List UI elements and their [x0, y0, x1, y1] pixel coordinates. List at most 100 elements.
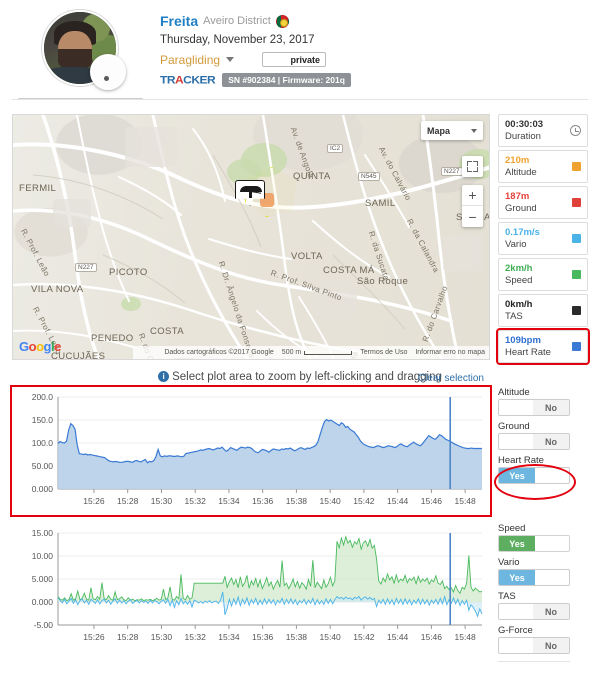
toggle-spacer	[498, 489, 588, 515]
map-report-link[interactable]: Informar erro no mapa	[415, 349, 485, 356]
stat-text: 187m Ground	[505, 191, 572, 215]
map-terms-link[interactable]: Termos de Uso	[360, 349, 407, 356]
x-axis-tick-label: 15:46	[421, 632, 443, 642]
stat-heart-rate[interactable]: 109bpm Heart Rate	[496, 328, 590, 365]
map-label: SAMIL	[365, 198, 396, 209]
fullscreen-button[interactable]	[462, 156, 483, 177]
device-line: TRACKER SN #902384 | Firmware: 201q	[160, 73, 351, 87]
x-axis-tick-label: 15:30	[151, 496, 173, 506]
x-axis-tick-label: 15:26	[83, 632, 105, 642]
tracker-logo: TRACKER	[160, 73, 216, 87]
stat-label: Vario	[505, 238, 527, 250]
portugal-flag-icon	[275, 14, 289, 28]
toggle-group-altitude: Altitude No	[498, 387, 588, 416]
toggle-speed[interactable]: Yes	[498, 535, 570, 552]
stat-text: 210m Altitude	[505, 155, 572, 179]
map-scale-label: 500 m	[281, 349, 302, 356]
stat-tas[interactable]: 0km/h TAS	[498, 294, 588, 327]
chevron-down-icon[interactable]	[226, 57, 235, 62]
chart-canvas[interactable]: -5.00 0.000 5.000 10.00 15.00 15:26 15:28 15:30…	[12, 523, 490, 651]
toggle-vario[interactable]: Yes	[498, 569, 570, 586]
activity-label[interactable]: Paragliding	[160, 53, 220, 67]
map-label: PICOTO	[109, 267, 148, 278]
stats-panel: 00:30:03 Duration 210m Altitude 187m Ground 0.…	[496, 114, 590, 365]
toggle-state: No	[533, 400, 569, 415]
zoom-in-button[interactable]: +	[462, 185, 483, 206]
map-type-dropdown[interactable]: Mapa	[421, 121, 483, 140]
x-axis-tick-label: 15:42	[353, 496, 375, 506]
tracker-logo-main: TR	[160, 73, 176, 87]
chart-canvas[interactable]: 0.000 50.00 100.0 150.0 200.0 15:26 15:28 15:30…	[12, 387, 490, 515]
map-label: COSTA	[150, 326, 185, 337]
toggle-label: Speed	[498, 523, 526, 534]
helmet-badge-icon	[90, 54, 126, 90]
toggle-label: Vario	[498, 557, 520, 568]
toggle-label: Heart Rate	[498, 455, 544, 466]
clock-icon	[570, 125, 581, 136]
header-divider	[12, 99, 588, 100]
toggle-group-tas: TAS No	[498, 591, 588, 620]
x-axis-tick-label: 15:32	[185, 632, 207, 642]
x-axis-tick-label: 15:28	[117, 496, 139, 506]
x-axis-tick-label: 15:38	[286, 632, 308, 642]
heart-rate-chart[interactable]: 0.000 50.00 100.0 150.0 200.0 15:26 15:28 15:30…	[10, 385, 492, 517]
y-axis-tick-label: 10.00	[32, 551, 54, 561]
flight-map[interactable]: FERMILPICOTOVILA NOVAPENEDOCUCUJÃESTESOC…	[12, 114, 490, 360]
stat-altitude[interactable]: 210m Altitude	[498, 150, 588, 183]
speed-vario-chart[interactable]: -5.00 0.000 5.000 10.00 15.00 15:26 15:28 15:30…	[12, 523, 490, 651]
toggle-state: No	[533, 434, 569, 449]
toggle-altitude[interactable]: No	[498, 399, 570, 416]
y-axis-tick-label: 50.00	[32, 461, 54, 471]
privacy-button[interactable]: private	[262, 52, 327, 67]
toggle-track	[535, 536, 569, 551]
device-badge: SN #902384 | Firmware: 201q	[222, 73, 351, 87]
toggle-label: TAS	[498, 591, 516, 602]
map-scale: 500 m	[281, 349, 353, 356]
bottom-series-toggle-panel: Speed Yes Vario Yes TAS No G-Force No	[498, 523, 588, 662]
toggle-g-force[interactable]: No	[498, 637, 570, 654]
toggle-ground[interactable]: No	[498, 433, 570, 450]
top-series-toggle-panel: Altitude No Ground No Heart Rate Yes	[494, 387, 588, 515]
x-axis-tick-label: 15:44	[387, 632, 409, 642]
toggle-track	[499, 638, 533, 653]
stat-duration[interactable]: 00:30:03 Duration	[498, 114, 588, 147]
series-color-swatch	[572, 306, 581, 315]
x-axis-tick-label: 15:48	[454, 632, 476, 642]
stat-value: 00:30:03	[505, 118, 544, 130]
x-axis-tick-label: 15:26	[83, 496, 105, 506]
stat-value: 2km/h	[505, 262, 533, 274]
side-divider	[498, 661, 570, 662]
stat-text: 0.17m/s Vario	[505, 227, 572, 251]
toggle-group-ground: Ground No	[498, 421, 588, 450]
zoom-out-button[interactable]: −	[462, 206, 483, 227]
fullscreen-icon	[467, 161, 472, 166]
y-axis-tick-label: 15.00	[32, 528, 54, 538]
clear-selection-link[interactable]: Clear selection	[418, 373, 484, 384]
stat-text: 2km/h Speed	[505, 263, 572, 287]
site-name[interactable]: Freita	[160, 13, 198, 29]
flight-info: Freita Aveiro District Thursday, Novembe…	[160, 10, 351, 100]
toggle-state: No	[533, 638, 569, 653]
toggle-track	[535, 570, 569, 585]
stat-label: Heart Rate	[505, 346, 551, 358]
x-axis-tick-label: 15:34	[218, 496, 240, 506]
x-axis-tick-label: 15:28	[117, 632, 139, 642]
toggle-group-vario: Vario Yes	[498, 557, 588, 586]
stat-speed[interactable]: 2km/h Speed	[498, 258, 588, 291]
toggle-state: Yes	[499, 570, 535, 585]
info-icon: i	[158, 371, 170, 382]
toggle-heart-rate[interactable]: Yes	[498, 467, 570, 484]
stat-value: 109bpm	[505, 334, 541, 346]
stat-value: 210m	[505, 154, 530, 166]
district-label: Aveiro District	[203, 15, 271, 27]
avatar-wrapper	[42, 10, 126, 90]
map-type-label: Mapa	[427, 125, 451, 136]
toggle-tas[interactable]: No	[498, 603, 570, 620]
google-logo[interactable]: Google	[19, 339, 61, 354]
stat-ground[interactable]: 187m Ground	[498, 186, 588, 219]
x-axis-tick-label: 15:38	[286, 496, 308, 506]
map-zoom-controls[interactable]: + −	[462, 185, 483, 227]
stat-vario[interactable]: 0.17m/s Vario	[498, 222, 588, 255]
privacy-label: private	[290, 54, 321, 65]
speed-vario-chart-row: -5.00 0.000 5.000 10.00 15.00 15:26 15:28 15:30…	[0, 523, 600, 662]
